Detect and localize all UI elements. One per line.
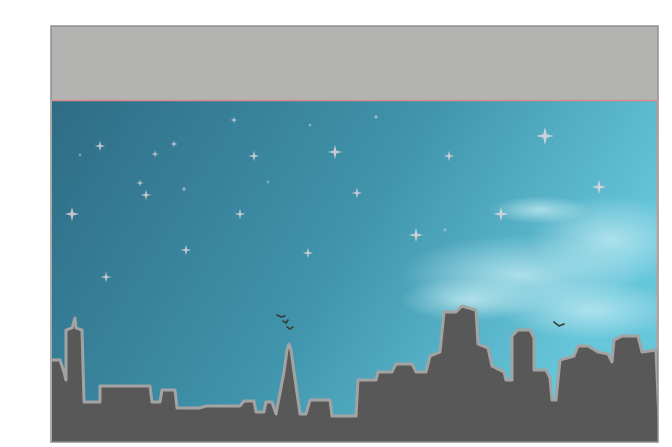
illustration-canvas: [50, 25, 659, 443]
header-bar: [51, 26, 658, 100]
